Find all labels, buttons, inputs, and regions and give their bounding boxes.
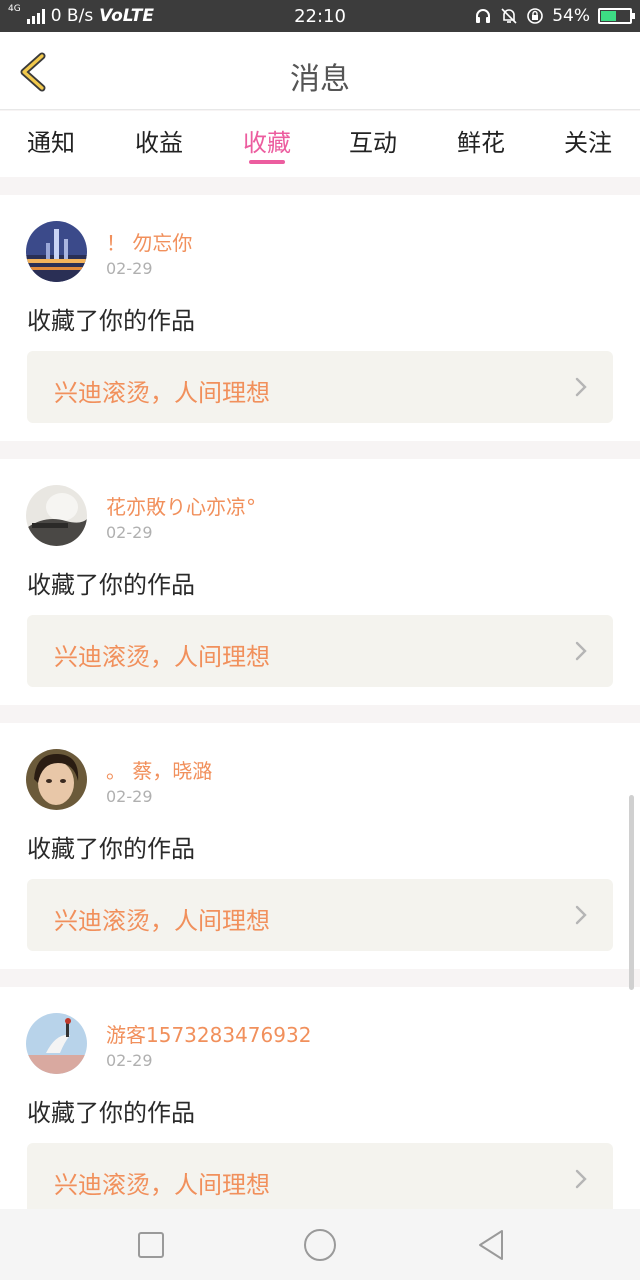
message-date: 02-29 [106,1051,153,1070]
tab-favorites[interactable]: 收藏 [227,123,307,158]
work-link[interactable]: 兴迪滚烫，人间理想 [27,879,613,951]
battery-icon [598,8,635,24]
tab-interactions[interactable]: 互动 [333,123,413,158]
tab-bar: 通知 收益 收藏 互动 鲜花 关注 [0,111,640,177]
system-nav-bar [0,1209,640,1280]
work-title: 兴迪滚烫，人间理想 [54,379,270,407]
battery-percent: 54% [552,6,590,26]
active-tab-indicator [249,160,285,164]
message-card: 花亦敗り心亦凉° 02-29 收藏了你的作品 兴迪滚烫，人间理想 [0,459,640,705]
app-header: 消息 [0,32,640,110]
square-icon[interactable] [133,1227,169,1263]
chevron-right-icon [575,377,587,397]
tab-flowers[interactable]: 鲜花 [441,123,521,158]
headphones-icon [474,7,492,25]
message-date: 02-29 [106,523,153,542]
message-card: 游客1573283476932 02-29 收藏了你的作品 兴迪滚烫，人间理想 [0,987,640,1233]
bell-muted-icon [500,7,518,25]
rotation-lock-icon [526,7,544,25]
scrollbar[interactable] [629,795,634,990]
message-action: 收藏了你的作品 [27,571,195,599]
work-title: 兴迪滚烫，人间理想 [54,1171,270,1199]
page-title: 消息 [290,62,350,97]
message-card: ！ 勿忘你 02-29 收藏了你的作品 兴迪滚烫，人间理想 [0,195,640,441]
triangle-back-icon[interactable] [474,1227,510,1263]
tab-notifications[interactable]: 通知 [11,123,91,158]
work-title: 兴迪滚烫，人间理想 [54,907,270,935]
chevron-right-icon [575,641,587,661]
avatar[interactable] [26,749,87,810]
work-link[interactable]: 兴迪滚烫，人间理想 [27,1143,613,1215]
circle-icon[interactable] [302,1227,338,1263]
chevron-right-icon [575,905,587,925]
message-date: 02-29 [106,259,153,278]
avatar[interactable] [26,221,87,282]
message-action: 收藏了你的作品 [27,1099,195,1127]
message-card: 。 蔡，晓潞 02-29 收藏了你的作品 兴迪滚烫，人间理想 [0,723,640,969]
avatar[interactable] [26,1013,87,1074]
chevron-right-icon [575,1169,587,1189]
username[interactable]: 。 蔡，晓潞 [106,755,212,784]
username[interactable]: 花亦敗り心亦凉° [106,491,256,520]
status-bar: 4G 0 B/s VoLTE 22:10 54% [0,0,640,32]
work-link[interactable]: 兴迪滚烫，人间理想 [27,351,613,423]
work-link[interactable]: 兴迪滚烫，人间理想 [27,615,613,687]
message-date: 02-29 [106,787,153,806]
work-title: 兴迪滚烫，人间理想 [54,643,270,671]
avatar[interactable] [26,485,87,546]
username[interactable]: ！ 勿忘你 [106,227,192,256]
tab-following[interactable]: 关注 [548,123,628,158]
username[interactable]: 游客1573283476932 [106,1019,311,1048]
message-action: 收藏了你的作品 [27,835,195,863]
tab-earnings[interactable]: 收益 [119,123,199,158]
message-action: 收藏了你的作品 [27,307,195,335]
